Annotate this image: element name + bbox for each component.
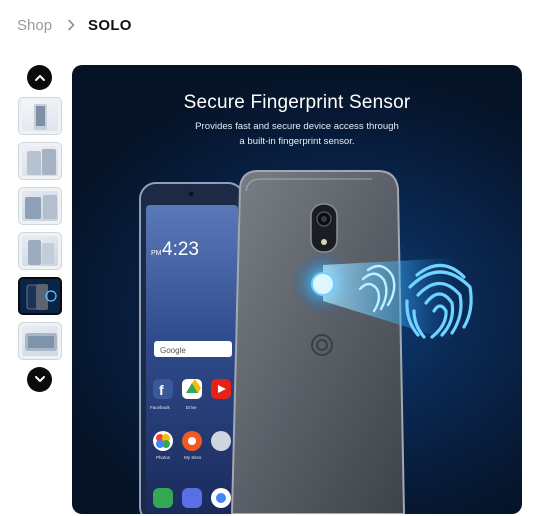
search-brand: Google (160, 346, 186, 355)
breadcrumb-shop-link[interactable]: Shop (17, 17, 52, 34)
main-product-image[interactable]: Secure Fingerprint Sensor Provides fast … (72, 65, 522, 514)
gallery-thumbnail[interactable] (18, 97, 62, 135)
chevron-down-icon (34, 376, 45, 382)
gallery-down-button[interactable] (27, 367, 52, 392)
front-phone: PM 4:23 Google f Facebook Drive Photos M… (139, 182, 245, 514)
svg-text:Facebook: Facebook (150, 405, 171, 410)
gallery-thumbnail[interactable] (18, 142, 62, 180)
back-phone (230, 170, 406, 514)
phone-clock-prefix: PM (151, 250, 162, 257)
phone-illustration: PM 4:23 Google f Facebook Drive Photos M… (139, 170, 473, 514)
gallery-up-button[interactable] (27, 65, 52, 90)
gallery-thumbnail[interactable] (18, 187, 62, 225)
svg-text:Photos: Photos (156, 455, 171, 460)
svg-text:My Sites: My Sites (184, 455, 202, 460)
gallery-thumbnail-active[interactable] (18, 277, 62, 315)
gallery-thumbnail[interactable] (18, 322, 62, 360)
chevron-right-icon (65, 19, 77, 31)
breadcrumb-current: SOLO (88, 16, 132, 34)
svg-text:f: f (159, 382, 164, 398)
breadcrumb: Shop SOLO (17, 14, 132, 36)
phone-clock: 4:23 (162, 239, 199, 260)
gallery-thumbnail[interactable] (18, 232, 62, 270)
chevron-up-icon (34, 75, 45, 81)
svg-text:Drive: Drive (186, 405, 197, 410)
